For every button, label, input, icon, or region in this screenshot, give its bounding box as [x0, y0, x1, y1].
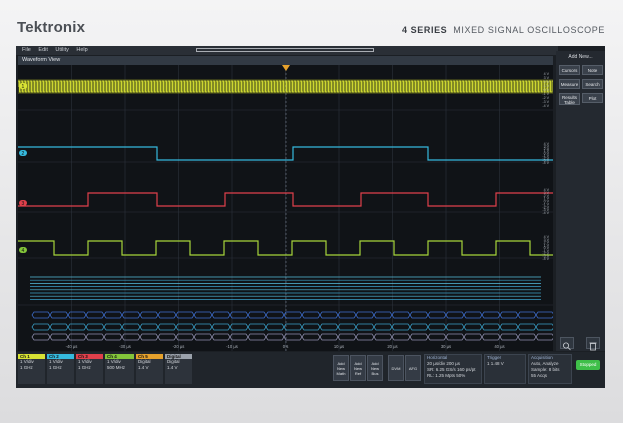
- results-table-button[interactable]: Results Table: [559, 93, 580, 105]
- brand-logo: Tektronix: [17, 19, 86, 36]
- time-axis-label: 40 µs: [494, 344, 504, 349]
- bus-waveform: [31, 323, 555, 331]
- menu-file[interactable]: File: [22, 46, 31, 55]
- trigger-panel[interactable]: Trigger 1 1.48 V: [484, 354, 526, 384]
- trigger-level: 1 1.48 V: [487, 361, 504, 366]
- side-panel: Add New... Cursors Note Measure Search R…: [556, 51, 605, 351]
- time-axis-label: 10 µs: [334, 344, 344, 349]
- bus-waveform: [31, 333, 555, 341]
- settings-bar: Ch 1 1 V/div 1 GHz Ch 2 1 V/div 1 GHz Ch…: [16, 352, 605, 388]
- scope-screen: File Edit Utility Help Waveform View 1 2…: [16, 46, 605, 388]
- horizontal-record-length: RL: 1.25 Mpts 50%: [427, 373, 466, 378]
- ch5-threshold: 1.4 V: [138, 365, 149, 370]
- scale-label: -4 V: [542, 161, 549, 165]
- time-axis-label: -30 µs: [119, 344, 131, 349]
- time-axis-label: 20 µs: [387, 344, 397, 349]
- add-math-button[interactable]: Add New Math: [333, 355, 349, 381]
- ch4-marker-label: 4: [22, 248, 25, 254]
- add-ref-button[interactable]: Add New Ref: [350, 355, 366, 381]
- ch5-badge[interactable]: Ch 5 Digital 1.4 V: [136, 354, 163, 384]
- ch1-dense-band: [18, 79, 553, 94]
- measure-button[interactable]: Measure: [559, 79, 580, 89]
- waveform-svg: 1 2 3 4 4 V3 V2 V1 V0 V-1 V-2 V-3 V-4 V4…: [17, 65, 555, 351]
- series-label: 4 SERIES: [401, 25, 448, 35]
- add-new-title: Add New...: [568, 54, 593, 60]
- model-subtitle: MIXED SIGNAL OSCILLOSCOPE: [453, 25, 605, 35]
- graticule: [18, 65, 553, 351]
- search-button[interactable]: Search: [582, 79, 603, 89]
- ch2-bandwidth: 1 GHz: [49, 365, 62, 370]
- waveform-view-title: Waveform View: [18, 56, 553, 65]
- digital-threshold: 1.4 V: [167, 365, 178, 370]
- add-bus-button[interactable]: Add New Bus: [367, 355, 383, 381]
- ch2-marker-label: 2: [22, 151, 25, 157]
- menu-bar: File Edit Utility Help: [16, 46, 558, 55]
- time-axis-label: -20 µs: [173, 344, 185, 349]
- ch1-badge[interactable]: Ch 1 1 V/div 1 GHz: [18, 354, 45, 384]
- trigger-position-icon[interactable]: [282, 65, 290, 71]
- menu-edit[interactable]: Edit: [38, 46, 47, 55]
- ch3-marker-label: 3: [22, 201, 25, 207]
- ch4-bandwidth: 500 MHz: [107, 365, 126, 370]
- horizontal-panel[interactable]: Horizontal 20 µs/div 200 µs SR: 6.25 GS/…: [424, 354, 482, 384]
- time-axis-label: -10 µs: [226, 344, 238, 349]
- note-button[interactable]: Note: [582, 65, 603, 75]
- digital-badge[interactable]: Digital Digital 1.4 V: [165, 354, 192, 384]
- ch2-badge[interactable]: Ch 2 1 V/div 1 GHz: [47, 354, 74, 384]
- scale-label: -4 V: [542, 257, 549, 261]
- bus-waveforms: [31, 311, 555, 341]
- record-position-bar[interactable]: [196, 48, 374, 52]
- run-status-button[interactable]: Stopped: [576, 360, 600, 370]
- ch3-bandwidth: 1 GHz: [78, 365, 91, 370]
- zoom-icon[interactable]: [560, 337, 574, 351]
- acquisition-panel[interactable]: Acquisition Auto, Analyze Sample: 8 bits…: [528, 354, 572, 384]
- time-axis-label: 30 µs: [441, 344, 451, 349]
- afg-button[interactable]: AFG: [405, 355, 421, 381]
- scale-label: -4 V: [542, 211, 549, 215]
- channel-markers: 1 2 3 4: [19, 83, 27, 254]
- trash-icon[interactable]: [586, 337, 600, 351]
- waveform-area[interactable]: 1 2 3 4 4 V3 V2 V1 V0 V -1 V -2 V -3 V -4 V4…: [17, 65, 555, 351]
- time-axis-labels: -40 µs -30 µs -20 µs -10 µs 0 s 10 µs 20 µs 30 …: [66, 344, 505, 349]
- time-axis-label: -40 µs: [66, 344, 78, 349]
- acquisition-count: 55 Acqs: [531, 373, 548, 378]
- oscilloscope-bezel: Tektronix 4 SERIES MIXED SIGNAL OSCILLOSC…: [0, 0, 623, 423]
- menu-help[interactable]: Help: [76, 46, 87, 55]
- ch1-bandwidth: 1 GHz: [20, 365, 33, 370]
- cursors-button[interactable]: Cursors: [559, 65, 580, 75]
- scale-label: -4 V: [542, 104, 549, 108]
- vertical-scale-labels: 4 V3 V2 V1 V0 V-1 V-2 V-3 V-4 V4 V3 V2 V…: [542, 72, 549, 261]
- menu-utility[interactable]: Utility: [55, 46, 68, 55]
- plot-button[interactable]: Plot: [582, 93, 603, 103]
- ch3-badge[interactable]: Ch 3 1 V/div 1 GHz: [76, 354, 103, 384]
- bus-waveform: [31, 311, 555, 319]
- time-axis-label: 0 s: [283, 344, 289, 349]
- ch1-marker-label: 1: [22, 84, 25, 90]
- ch4-badge[interactable]: Ch 4 1 V/div 500 MHz: [105, 354, 134, 384]
- dvm-button[interactable]: DVM: [388, 355, 404, 381]
- model-label: 4 SERIES MIXED SIGNAL OSCILLOSCOPE: [402, 25, 605, 35]
